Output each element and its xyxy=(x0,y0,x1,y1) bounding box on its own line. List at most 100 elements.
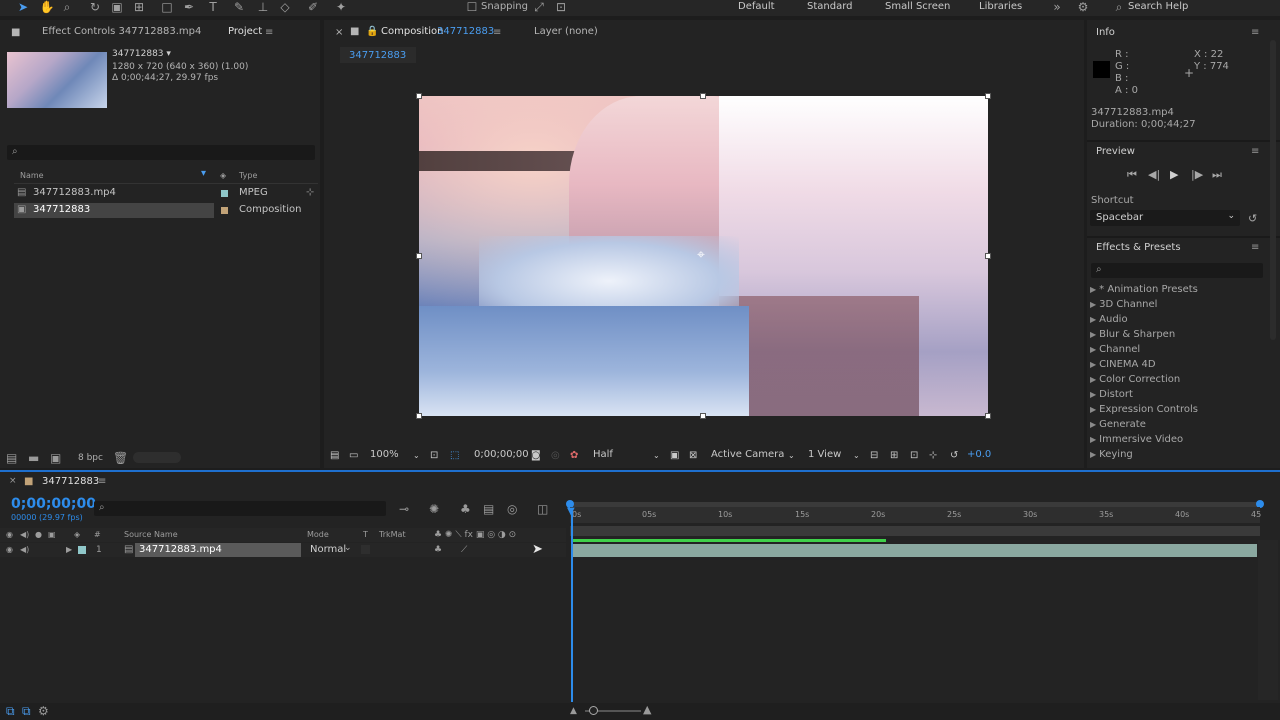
expand-arrow-icon[interactable]: ▶ xyxy=(66,545,72,554)
panel-menu-icon[interactable]: ≡ xyxy=(1251,146,1259,157)
panel-menu-icon[interactable]: ≡ xyxy=(98,476,106,487)
delete-icon[interactable]: 🗑 xyxy=(113,451,128,465)
transform-handle[interactable] xyxy=(416,253,422,259)
column-source-name[interactable]: Source Name xyxy=(124,530,178,539)
project-item-1[interactable]: ▤ 347712883.mp4 MPEG ⊹ xyxy=(14,186,318,201)
effect-category[interactable]: ▶ Blur & Sharpen xyxy=(1090,329,1175,340)
tab-composition-name[interactable]: 347712883 xyxy=(437,26,494,37)
chevron-down-icon[interactable]: ⌄ xyxy=(413,451,420,460)
video-frame[interactable]: ⌖ xyxy=(419,96,988,416)
panel-menu-icon[interactable]: ≡ xyxy=(1251,242,1259,253)
project-search-input[interactable]: ⌕ xyxy=(7,145,315,160)
fit-icon[interactable]: ⊡ xyxy=(430,449,438,463)
effect-category[interactable]: ▶ Keying xyxy=(1090,449,1133,460)
column-trkmat[interactable]: TrkMat xyxy=(379,530,406,539)
transform-handle[interactable] xyxy=(416,413,422,419)
timeline-tab[interactable]: 347712883 xyxy=(42,476,99,487)
transform-handle[interactable] xyxy=(985,93,991,99)
effect-category[interactable]: ▶ CINEMA 4D xyxy=(1090,359,1156,370)
rectangle-tool-icon[interactable]: □ xyxy=(158,0,176,16)
reset-icon[interactable]: ↺ xyxy=(1248,212,1257,225)
column-name[interactable]: Name xyxy=(20,171,44,180)
current-time-display[interactable]: 0;00;00;00 xyxy=(474,449,529,460)
layer-duration-bar[interactable] xyxy=(573,544,1257,557)
audio-icon[interactable]: ◀) xyxy=(20,545,29,554)
camera-dropdown[interactable]: Active Camera xyxy=(711,449,784,460)
anchor-point-icon[interactable]: ⌖ xyxy=(697,247,705,263)
shy-layers-icon[interactable]: ♣ xyxy=(460,502,471,516)
playhead[interactable] xyxy=(571,510,573,702)
show-snapshot-icon[interactable]: ◎ xyxy=(551,449,560,463)
eraser-tool-icon[interactable]: ◇ xyxy=(276,0,294,16)
thumbnail-slider[interactable] xyxy=(133,452,181,463)
layer-name-field[interactable]: 347712883.mp4 xyxy=(135,543,301,557)
timeline-timecode[interactable]: 0;00;00;00 xyxy=(11,496,96,512)
new-composition-icon[interactable]: ▣ xyxy=(50,451,61,465)
pan-behind-tool-icon[interactable]: ⊞ xyxy=(130,0,148,16)
transparency-grid-icon[interactable]: ⊠ xyxy=(689,449,697,463)
column-mode[interactable]: Mode xyxy=(307,530,329,539)
new-folder-icon[interactable]: ▬ xyxy=(28,451,39,465)
region-of-interest-icon[interactable]: ⬚ xyxy=(450,449,459,463)
workspace-small-screen[interactable]: Small Screen xyxy=(885,1,950,12)
transform-handle[interactable] xyxy=(700,413,706,419)
lock-icon[interactable]: 🔒 xyxy=(366,26,378,37)
transform-handle[interactable] xyxy=(700,93,706,99)
view-layout-dropdown[interactable]: 1 View xyxy=(808,449,841,460)
type-tool-icon[interactable]: T xyxy=(204,0,222,16)
effect-category[interactable]: ▶ Color Correction xyxy=(1090,374,1180,385)
hand-tool-icon[interactable]: ✋ xyxy=(38,0,56,16)
frame-blending-icon[interactable]: ▤ xyxy=(483,502,494,516)
transform-handle[interactable] xyxy=(985,413,991,419)
scrollbar[interactable] xyxy=(1270,40,1276,340)
transfer-controls-icon[interactable]: ⧉ xyxy=(22,704,31,718)
label-tag-icon[interactable]: ◈ xyxy=(220,171,226,180)
search-help-input[interactable]: Search Help xyxy=(1128,1,1188,12)
shortcut-dropdown[interactable]: Spacebar ⌄ xyxy=(1090,210,1240,226)
snap-options-icon[interactable]: ⊡ xyxy=(552,0,570,16)
effect-category[interactable]: ▶ Audio xyxy=(1090,314,1128,325)
quality-switch-icon[interactable]: ⟋ xyxy=(461,545,467,555)
workspace-libraries[interactable]: Libraries xyxy=(979,1,1022,12)
panel-menu-icon[interactable]: ≡ xyxy=(265,27,273,38)
zoom-tool-icon[interactable]: ⌕ xyxy=(58,0,76,16)
comp-breadcrumb[interactable]: 347712883 xyxy=(340,47,416,63)
snapping-checkbox[interactable]: ☐ xyxy=(466,0,478,16)
mode-dropdown[interactable]: Normal ⌄ xyxy=(306,543,356,557)
first-frame-icon[interactable]: ⏮ xyxy=(1127,168,1137,182)
panel-menu-icon[interactable]: ≡ xyxy=(493,27,501,38)
effect-category[interactable]: ▶ Immersive Video xyxy=(1090,434,1183,445)
tab-effect-controls[interactable]: Effect Controls 347712883.mp4 xyxy=(42,26,201,37)
snap-icon[interactable]: ⤢ xyxy=(530,0,548,16)
fast-previews-icon[interactable]: ⊞ xyxy=(890,449,898,463)
project-item-2[interactable]: ▣ 347712883 xyxy=(14,203,214,218)
lock-icon[interactable]: ▣ xyxy=(48,530,56,539)
more-workspaces-icon[interactable]: » xyxy=(1048,0,1066,16)
preserve-transparency-checkbox[interactable] xyxy=(361,545,370,554)
label-color-swatch[interactable] xyxy=(221,190,228,197)
previous-frame-icon[interactable]: ◀| xyxy=(1148,168,1160,181)
label-color-swatch[interactable] xyxy=(221,207,228,214)
zoom-in-icon[interactable]: ▲ xyxy=(643,703,651,717)
effect-category[interactable]: ▶ Expression Controls xyxy=(1090,404,1198,415)
effects-search-input[interactable]: ⌕ xyxy=(1091,263,1263,278)
clone-stamp-tool-icon[interactable]: ⊥ xyxy=(254,0,272,16)
pen-tool-icon[interactable]: ✒ xyxy=(180,0,198,16)
comp-mini-flowchart-icon[interactable]: ⊸ xyxy=(399,502,409,516)
visibility-icon[interactable]: ◉ xyxy=(6,530,13,539)
timeline-search-input[interactable]: ⌕ xyxy=(94,501,386,516)
zoom-dropdown[interactable]: 100% xyxy=(370,449,399,460)
motion-blur-icon[interactable]: ◎ xyxy=(507,502,517,516)
transform-handle[interactable] xyxy=(416,93,422,99)
workspace-standard[interactable]: Standard xyxy=(807,1,853,12)
next-frame-icon[interactable]: |▶ xyxy=(1191,168,1203,181)
always-preview-icon[interactable]: ▤ xyxy=(330,449,339,463)
effect-category[interactable]: ▶ * Animation Presets xyxy=(1090,284,1198,295)
tab-project[interactable]: Project xyxy=(228,26,262,37)
chevron-down-icon[interactable]: ⌄ xyxy=(788,451,795,460)
bit-depth-button[interactable]: 8 bpc xyxy=(78,453,103,463)
render-time-icon[interactable]: ⚙ xyxy=(38,704,49,718)
comp-marker-bar[interactable] xyxy=(570,526,1260,536)
last-frame-icon[interactable]: ⏭ xyxy=(1212,168,1222,182)
solo-icon[interactable]: ● xyxy=(35,530,42,539)
